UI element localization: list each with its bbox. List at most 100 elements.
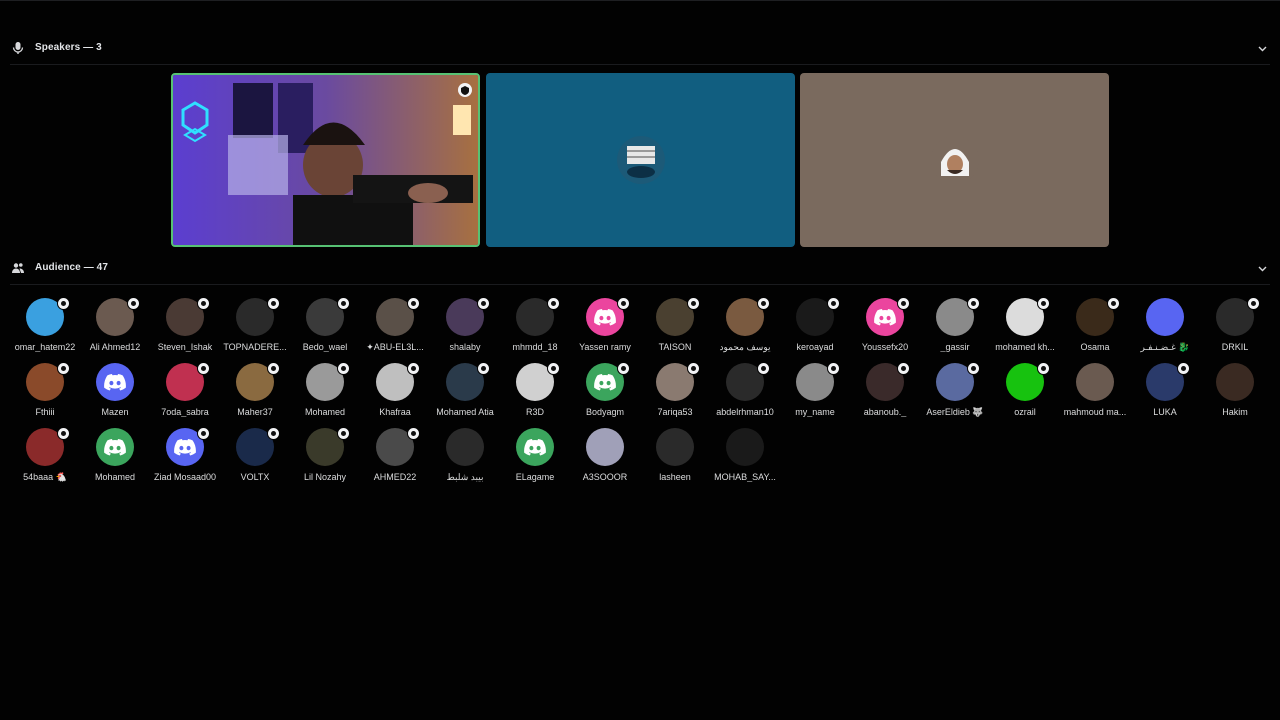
status-dot-icon — [127, 297, 140, 310]
status-dot-icon — [1037, 362, 1050, 375]
audience-member[interactable]: mohamed kh... — [985, 292, 1065, 354]
member-name: lasheen — [659, 472, 691, 482]
audience-member[interactable]: LUKA — [1125, 357, 1205, 419]
speaker-tile-2[interactable] — [486, 73, 795, 247]
speakers-header[interactable]: Speakers — 3 — [0, 37, 1280, 61]
audience-member[interactable]: غـضـنـفـر 🐉 — [1125, 292, 1205, 354]
audience-member[interactable]: Maher37 — [215, 357, 295, 419]
status-dot-icon — [407, 427, 420, 440]
audience-divider — [10, 284, 1270, 285]
audience-member[interactable]: Ziad Mosaad00 — [145, 422, 225, 484]
member-name: Ziad Mosaad00 — [153, 472, 217, 482]
status-dot-icon — [337, 362, 350, 375]
audience-member[interactable]: ✦ABU-EL3L... — [355, 292, 435, 354]
audience-member[interactable]: mahmoud ma... — [1055, 357, 1135, 419]
audience-member[interactable]: Mohamed — [285, 357, 365, 419]
avatar — [1076, 363, 1114, 401]
status-dot-icon — [337, 427, 350, 440]
member-name: LUKA — [1153, 407, 1177, 417]
status-dot-icon — [617, 297, 630, 310]
member-name: 7ariqa53 — [657, 407, 693, 417]
audience-member[interactable]: _gassir — [915, 292, 995, 354]
status-dot-icon — [967, 362, 980, 375]
status-dot-icon — [407, 297, 420, 310]
audience-member[interactable]: Ali Ahmed12 — [75, 292, 155, 354]
audience-member[interactable]: Hakim — [1195, 357, 1275, 419]
status-dot-icon — [57, 362, 70, 375]
audience-member[interactable]: بيبد شلبط — [425, 422, 505, 484]
audience-member[interactable]: Mohamed Atia — [425, 357, 505, 419]
member-name: AHMED22 — [373, 472, 417, 482]
audience-member[interactable]: mhmdd_18 — [495, 292, 575, 354]
member-name: Khafraa — [379, 407, 411, 417]
member-name: TOPNADERE... — [223, 342, 287, 352]
status-dot-icon — [1107, 297, 1120, 310]
audience-member[interactable]: abdelrhman10 — [705, 357, 785, 419]
audience-member[interactable]: AHMED22 — [355, 422, 435, 484]
status-dot-icon — [687, 362, 700, 375]
speakers-title: Speakers — 3 — [35, 42, 102, 53]
audience-member[interactable]: abanoub._ — [845, 357, 925, 419]
status-dot-icon — [617, 362, 630, 375]
audience-member[interactable]: Youssefx20 — [845, 292, 925, 354]
member-name: يوسف محمود — [719, 342, 771, 352]
audience-member[interactable]: Lil Nozahy — [285, 422, 365, 484]
audience-member[interactable]: R3D — [495, 357, 575, 419]
audience-member[interactable]: Fthiii — [5, 357, 85, 419]
member-name: Mohamed — [304, 407, 346, 417]
audience-member[interactable]: my_name — [775, 357, 855, 419]
audience-member[interactable]: AserEldieb 🐺 — [915, 357, 995, 419]
member-name: 7oda_sabra — [161, 407, 209, 417]
status-dot-icon — [267, 427, 280, 440]
audience-member[interactable]: A3SOOOR — [565, 422, 645, 484]
member-name: R3D — [525, 407, 544, 417]
audience-member[interactable]: 54baaa 🐔 — [5, 422, 85, 484]
member-name: Osama — [1080, 342, 1110, 352]
audience-member[interactable]: MOHAB_SAY... — [705, 422, 785, 484]
audience-member[interactable]: Mohamed — [75, 422, 155, 484]
member-name: Mazen — [101, 407, 129, 417]
audience-member[interactable]: shalaby — [425, 292, 505, 354]
discord-default-avatar — [96, 428, 134, 466]
audience-member[interactable]: Mazen — [75, 357, 155, 419]
audience-member[interactable]: TOPNADERE... — [215, 292, 295, 354]
audience-member[interactable]: VOLTX — [215, 422, 295, 484]
audience-member[interactable]: Bodyagm — [565, 357, 645, 419]
chevron-down-icon[interactable] — [1257, 43, 1268, 54]
speaker-video-tile[interactable] — [171, 73, 480, 247]
audience-member[interactable]: lasheen — [635, 422, 715, 484]
status-dot-icon — [57, 297, 70, 310]
audience-member[interactable]: ELagame — [495, 422, 575, 484]
speakers-divider — [10, 64, 1270, 65]
audience-member[interactable]: DRKIL — [1195, 292, 1275, 354]
audience-member[interactable]: 7ariqa53 — [635, 357, 715, 419]
speaker-tile-3[interactable] — [800, 73, 1109, 247]
audience-member[interactable]: keroayad — [775, 292, 855, 354]
audience-member[interactable]: Bedo_wael — [285, 292, 365, 354]
chevron-down-icon[interactable] — [1257, 263, 1268, 274]
audience-member[interactable]: TAISON — [635, 292, 715, 354]
member-name: ELagame — [515, 472, 555, 482]
status-dot-icon — [1177, 362, 1190, 375]
discord-default-avatar — [516, 428, 554, 466]
member-name: _gassir — [940, 342, 970, 352]
avatar — [446, 428, 484, 466]
member-name: omar_hatem22 — [14, 342, 76, 352]
member-name: Fthiii — [35, 407, 55, 417]
webcam-video — [173, 75, 478, 245]
status-dot-icon — [1037, 297, 1050, 310]
audience-header[interactable]: Audience — 47 — [0, 257, 1280, 281]
top-border — [0, 0, 1280, 1]
audience-member[interactable]: Steven_Ishak — [145, 292, 225, 354]
member-name: abanoub._ — [863, 407, 907, 417]
member-name: Lil Nozahy — [303, 472, 347, 482]
member-name: TAISON — [658, 342, 692, 352]
audience-member[interactable]: Yassen ramy — [565, 292, 645, 354]
audience-member[interactable]: Khafraa — [355, 357, 435, 419]
audience-member[interactable]: omar_hatem22 — [5, 292, 85, 354]
audience-member[interactable]: 7oda_sabra — [145, 357, 225, 419]
avatar — [586, 428, 624, 466]
audience-member[interactable]: يوسف محمود — [705, 292, 785, 354]
audience-member[interactable]: Osama — [1055, 292, 1135, 354]
audience-member[interactable]: ozrail — [985, 357, 1065, 419]
